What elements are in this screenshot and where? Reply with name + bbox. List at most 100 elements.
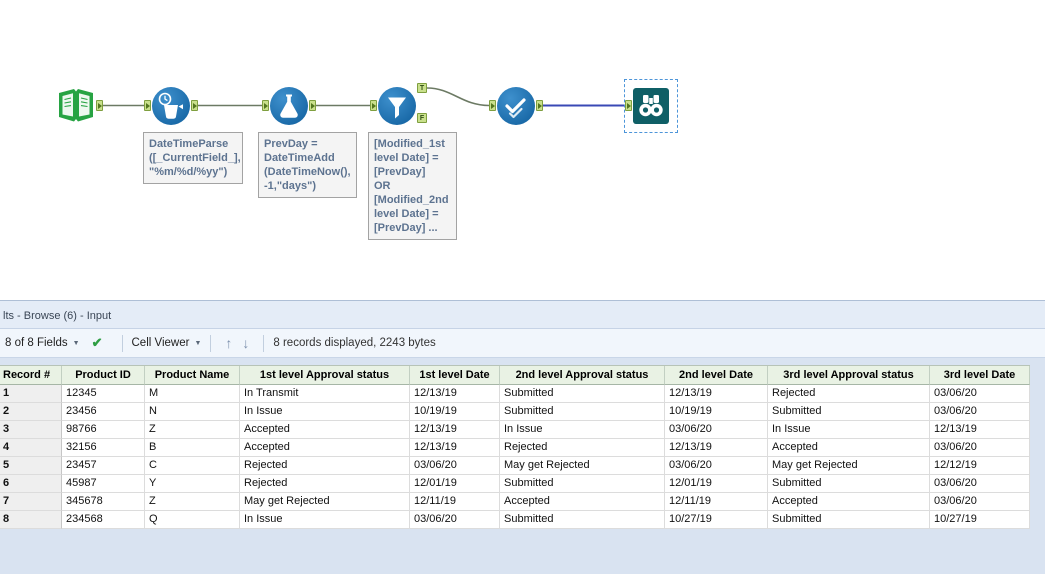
data-cell[interactable]: B [145,439,240,457]
input-anchor[interactable] [262,100,269,111]
apply-check-icon[interactable]: ✔ [92,335,103,351]
down-arrow-icon[interactable]: ↓ [242,335,249,351]
data-cell[interactable]: 10/19/19 [410,403,500,421]
connection-wire[interactable] [426,87,490,107]
data-cell[interactable]: 345678 [62,493,145,511]
formula-tool[interactable] [270,87,308,125]
record-number-cell[interactable]: 7 [0,493,62,511]
data-cell[interactable]: 12/01/19 [665,475,768,493]
datetime-tool[interactable] [152,87,190,125]
data-cell[interactable]: 03/06/20 [665,457,768,475]
filter-false-anchor[interactable]: F [417,113,427,123]
data-cell[interactable]: Rejected [768,385,930,403]
data-cell[interactable]: 03/06/20 [930,475,1030,493]
data-cell[interactable]: 23457 [62,457,145,475]
data-cell[interactable]: Accepted [768,439,930,457]
data-cell[interactable]: 10/27/19 [930,511,1030,529]
data-cell[interactable]: Q [145,511,240,529]
data-cell[interactable]: M [145,385,240,403]
data-cell[interactable]: Rejected [240,457,410,475]
data-cell[interactable]: Submitted [768,403,930,421]
record-number-cell[interactable]: 3 [0,421,62,439]
data-cell[interactable]: Submitted [500,385,665,403]
data-cell[interactable]: 12/13/19 [410,421,500,439]
record-number-cell[interactable]: 8 [0,511,62,529]
input-anchor[interactable] [144,100,151,111]
filter-tool[interactable] [378,87,416,125]
column-header[interactable]: Record # [0,366,62,385]
column-header[interactable]: 1st level Date [410,366,500,385]
data-cell[interactable]: 10/19/19 [665,403,768,421]
data-cell[interactable]: Y [145,475,240,493]
input-anchor[interactable] [489,100,496,111]
data-cell[interactable]: 12/11/19 [665,493,768,511]
column-header[interactable]: 1st level Approval status [240,366,410,385]
data-cell[interactable]: May get Rejected [500,457,665,475]
data-cell[interactable]: 03/06/20 [930,385,1030,403]
data-cell[interactable]: Rejected [240,475,410,493]
output-anchor[interactable] [96,100,103,111]
browse-tool[interactable] [633,88,669,124]
record-number-cell[interactable]: 4 [0,439,62,457]
data-cell[interactable]: 234568 [62,511,145,529]
data-cell[interactable]: Submitted [500,511,665,529]
data-cell[interactable]: 12/13/19 [930,421,1030,439]
data-cell[interactable]: Submitted [768,511,930,529]
data-cell[interactable]: 12/11/19 [410,493,500,511]
data-cell[interactable]: 03/06/20 [410,457,500,475]
data-cell[interactable]: Submitted [768,475,930,493]
record-number-cell[interactable]: 2 [0,403,62,421]
tool-annotation[interactable]: [Modified_1st level Date] = [PrevDay] OR… [368,132,457,240]
data-cell[interactable]: 45987 [62,475,145,493]
tool-annotation[interactable]: DateTimeParse ([_CurrentField_], "%m/%d/… [143,132,243,184]
workflow-canvas[interactable]: DateTimeParse ([_CurrentField_], "%m/%d/… [0,0,1045,300]
input-data-tool[interactable] [57,88,95,128]
record-number-cell[interactable]: 1 [0,385,62,403]
data-cell[interactable]: In Transmit [240,385,410,403]
data-cell[interactable]: Submitted [500,403,665,421]
data-cell[interactable]: In Issue [500,421,665,439]
output-anchor[interactable] [191,100,198,111]
up-arrow-icon[interactable]: ↑ [225,335,232,351]
output-anchor[interactable] [309,100,316,111]
record-number-cell[interactable]: 5 [0,457,62,475]
column-header[interactable]: 3rd level Date [930,366,1030,385]
data-cell[interactable]: 23456 [62,403,145,421]
column-header[interactable]: Product Name [145,366,240,385]
fields-dropdown[interactable]: 8 of 8 Fields ▼ [5,337,80,349]
data-cell[interactable]: C [145,457,240,475]
data-cell[interactable]: Z [145,421,240,439]
column-header[interactable]: 3rd level Approval status [768,366,930,385]
column-header[interactable]: 2nd level Approval status [500,366,665,385]
column-header[interactable]: Product ID [62,366,145,385]
data-cell[interactable]: Rejected [500,439,665,457]
input-anchor[interactable] [625,100,632,111]
data-cell[interactable]: 03/06/20 [665,421,768,439]
data-cell[interactable]: 03/06/20 [410,511,500,529]
output-anchor[interactable] [536,100,543,111]
data-cell[interactable]: 12/01/19 [410,475,500,493]
data-cell[interactable]: In Issue [240,511,410,529]
data-cell[interactable]: 32156 [62,439,145,457]
data-cell[interactable]: 12345 [62,385,145,403]
tool-annotation[interactable]: PrevDay = DateTimeAdd (DateTimeNow(), -1… [258,132,357,198]
data-cell[interactable]: May get Rejected [240,493,410,511]
data-cell[interactable]: 12/12/19 [930,457,1030,475]
data-cell[interactable]: 12/13/19 [665,439,768,457]
data-cell[interactable]: 98766 [62,421,145,439]
select-tool[interactable] [497,87,535,125]
data-cell[interactable]: Accepted [500,493,665,511]
data-cell[interactable]: 12/13/19 [665,385,768,403]
data-cell[interactable]: Submitted [500,475,665,493]
data-cell[interactable]: 12/13/19 [410,439,500,457]
filter-true-anchor[interactable]: T [417,83,427,93]
input-anchor[interactable] [370,100,377,111]
record-number-cell[interactable]: 6 [0,475,62,493]
data-cell[interactable]: 03/06/20 [930,439,1030,457]
data-cell[interactable]: Accepted [768,493,930,511]
data-cell[interactable]: Accepted [240,439,410,457]
data-cell[interactable]: 03/06/20 [930,403,1030,421]
data-cell[interactable]: Z [145,493,240,511]
column-header[interactable]: 2nd level Date [665,366,768,385]
data-cell[interactable]: N [145,403,240,421]
